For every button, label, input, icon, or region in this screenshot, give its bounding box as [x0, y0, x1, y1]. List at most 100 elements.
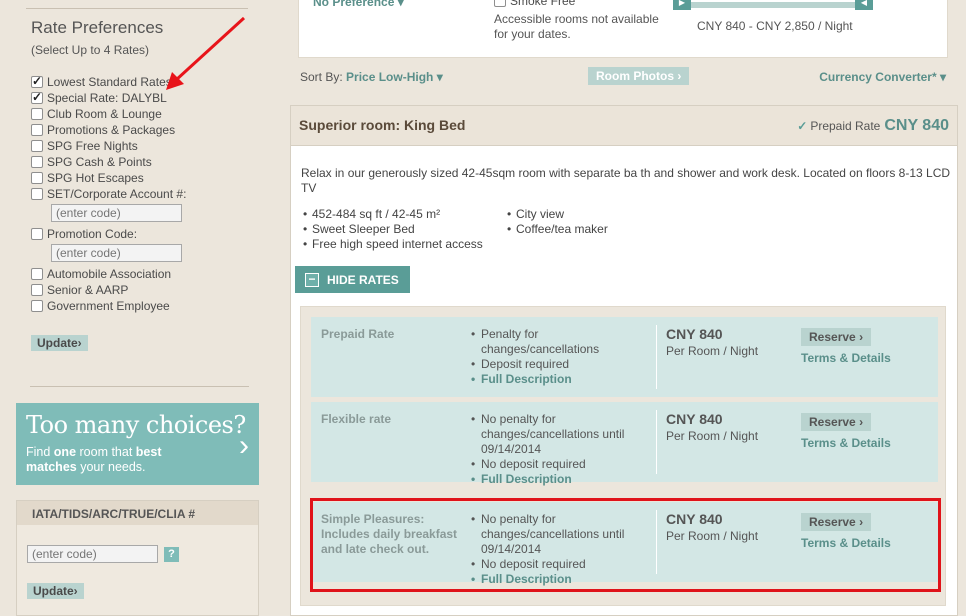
bed-preference-select[interactable]: No Preference ▾ [313, 0, 404, 9]
checkbox[interactable] [31, 90, 43, 104]
checkbox[interactable] [31, 124, 43, 136]
too-many-choices-banner[interactable]: Too many choices? Find one room that bes… [16, 403, 259, 485]
rate-option-label: Promotion Code: [47, 227, 138, 241]
sort-by[interactable]: Sort By: Price Low-High ▾ [300, 70, 443, 84]
update-button-label: Update [37, 336, 78, 350]
iata-title: IATA/TIDS/ARC/TRUE/CLIA # [17, 501, 258, 525]
price-range-slider[interactable]: ▶ ◀ [673, 0, 873, 10]
rate-preferences-subtitle: (Select Up to 4 Rates) [31, 43, 150, 57]
rate-condition: Penalty for changes/cancellations [471, 327, 651, 357]
hide-rates-button[interactable]: − HIDE RATES [295, 266, 410, 293]
checkbox[interactable] [31, 268, 43, 280]
rate-condition: No deposit required [471, 457, 651, 472]
amenity-item: Free high speed internet access [301, 237, 483, 252]
checkbox[interactable] [31, 140, 43, 152]
room-header: Superior room: King Bed ✓ Prepaid Rate C… [291, 106, 957, 146]
room-description: Relax in our generously sized 42-45sqm r… [301, 166, 951, 195]
rate-option-spg-cash-points[interactable]: SPG Cash & Points [31, 155, 152, 169]
banner-title: Too many choices? [26, 411, 246, 439]
rate-condition: Deposit required [471, 357, 651, 372]
rate-option-spg-hot-escapes[interactable]: SPG Hot Escapes [31, 171, 144, 185]
reserve-button[interactable]: Reserve › [801, 328, 872, 346]
rate-option-senior-aarp[interactable]: Senior & AARP [31, 283, 128, 297]
terms-details-link[interactable]: Terms & Details [801, 436, 891, 450]
rate-option-label: SPG Hot Escapes [47, 171, 144, 185]
checkbox[interactable] [31, 108, 43, 120]
rate-option-spg-free-nights[interactable]: SPG Free Nights [31, 139, 138, 153]
rate-option-promotion-code[interactable]: Promotion Code: [31, 227, 137, 241]
rate-name: Prepaid Rate [321, 327, 395, 341]
checkbox[interactable] [31, 74, 43, 88]
slider-handle-max[interactable]: ◀ [855, 0, 873, 10]
currency-converter-link[interactable]: Currency Converter* ▾ [819, 70, 946, 84]
rate-price: CNY 840 [666, 411, 723, 427]
caret-down-icon: ▾ [936, 70, 946, 84]
rate-option-lowest-standard[interactable]: Lowest Standard Rates [31, 74, 172, 89]
rate-option-government-employee[interactable]: Government Employee [31, 299, 170, 313]
prepaid-price: CNY 840 [884, 117, 949, 134]
chevron-right-icon: › [73, 584, 78, 598]
sort-bar: Sort By: Price Low-High ▾ Room Photos › … [290, 62, 956, 92]
highlight-annotation-box [310, 498, 941, 592]
rate-option-club-room[interactable]: Club Room & Lounge [31, 107, 162, 121]
room-filter-panel: No Preference ▾ Smoke Free Accessible ro… [298, 0, 948, 58]
amenity-item: City view [505, 207, 608, 222]
full-description-link[interactable]: Full Description [471, 372, 651, 387]
chevron-right-icon: › [77, 336, 82, 350]
checkbox[interactable] [31, 156, 43, 168]
terms-details-link[interactable]: Terms & Details [801, 351, 891, 365]
full-description-link[interactable]: Full Description [471, 472, 651, 487]
corporate-code-input[interactable] [51, 204, 182, 222]
amenity-item: Coffee/tea maker [505, 222, 608, 237]
checkbox[interactable] [494, 0, 506, 7]
rate-option-label: Promotions & Packages [47, 123, 176, 137]
room-photos-button[interactable]: Room Photos › [588, 67, 690, 85]
rate-row: Prepaid Rate Penalty for changes/cancell… [311, 317, 938, 397]
smoke-free-label: Smoke Free [510, 0, 576, 8]
iata-update-button[interactable]: Update› [27, 583, 84, 599]
checkbox[interactable] [31, 284, 43, 296]
rate-condition: No penalty for changes/cancellations unt… [471, 412, 651, 457]
rate-option-label: SPG Free Nights [47, 139, 138, 153]
hide-rates-label: HIDE RATES [327, 272, 399, 287]
rate-option-label: Government Employee [47, 299, 170, 313]
rate-preferences-title: Rate Preferences [31, 18, 164, 37]
rate-conditions: Penalty for changes/cancellations Deposi… [471, 327, 651, 387]
update-rates-button[interactable]: Update› [31, 335, 88, 351]
iata-code-input[interactable] [27, 545, 158, 563]
checkbox[interactable] [31, 228, 43, 240]
annotation-arrow-icon [166, 16, 246, 90]
checkbox[interactable] [31, 188, 43, 200]
room-title: Superior room: King Bed [299, 117, 466, 133]
rate-option-promotions[interactable]: Promotions & Packages [31, 123, 175, 137]
rate-option-label: Senior & AARP [47, 283, 129, 297]
check-icon: ✓ [797, 119, 808, 133]
iata-code-panel: IATA/TIDS/ARC/TRUE/CLIA # ? Update› [16, 500, 259, 616]
promotion-code-input[interactable] [51, 244, 182, 262]
rate-option-label: Special Rate: DALYBL [47, 91, 167, 105]
rate-price: CNY 840 [666, 326, 723, 342]
chevron-right-icon: › [677, 69, 682, 83]
accessible-note: Accessible rooms not available for your … [494, 12, 659, 41]
amenity-item: Sweet Sleeper Bed [301, 222, 483, 237]
checkbox[interactable] [31, 300, 43, 312]
smoke-free-option[interactable]: Smoke Free [494, 0, 575, 8]
caret-down-icon: ▾ [433, 70, 443, 84]
rate-option-label: Automobile Association [47, 267, 172, 281]
rate-option-automobile-association[interactable]: Automobile Association [31, 267, 171, 281]
rate-unit: Per Room / Night [666, 344, 759, 358]
price-range-label: CNY 840 - CNY 2,850 / Night [697, 19, 853, 33]
slider-handle-min[interactable]: ▶ [673, 0, 691, 10]
rate-name: Flexible rate [321, 412, 392, 426]
checkbox[interactable] [31, 172, 43, 184]
chevron-right-icon: › [239, 429, 249, 462]
help-icon[interactable]: ? [164, 547, 179, 562]
reserve-button[interactable]: Reserve › [801, 413, 872, 431]
prepaid-rate-summary: ✓ Prepaid Rate CNY 840 [797, 117, 949, 135]
rate-row: Flexible rate No penalty for changes/can… [311, 402, 938, 487]
divider [30, 386, 249, 387]
minus-icon: − [305, 272, 319, 287]
rate-option-special-rate[interactable]: Special Rate: DALYBL [31, 90, 167, 105]
divider [656, 325, 657, 389]
rate-option-corporate-account[interactable]: SET/Corporate Account #: [31, 187, 186, 201]
